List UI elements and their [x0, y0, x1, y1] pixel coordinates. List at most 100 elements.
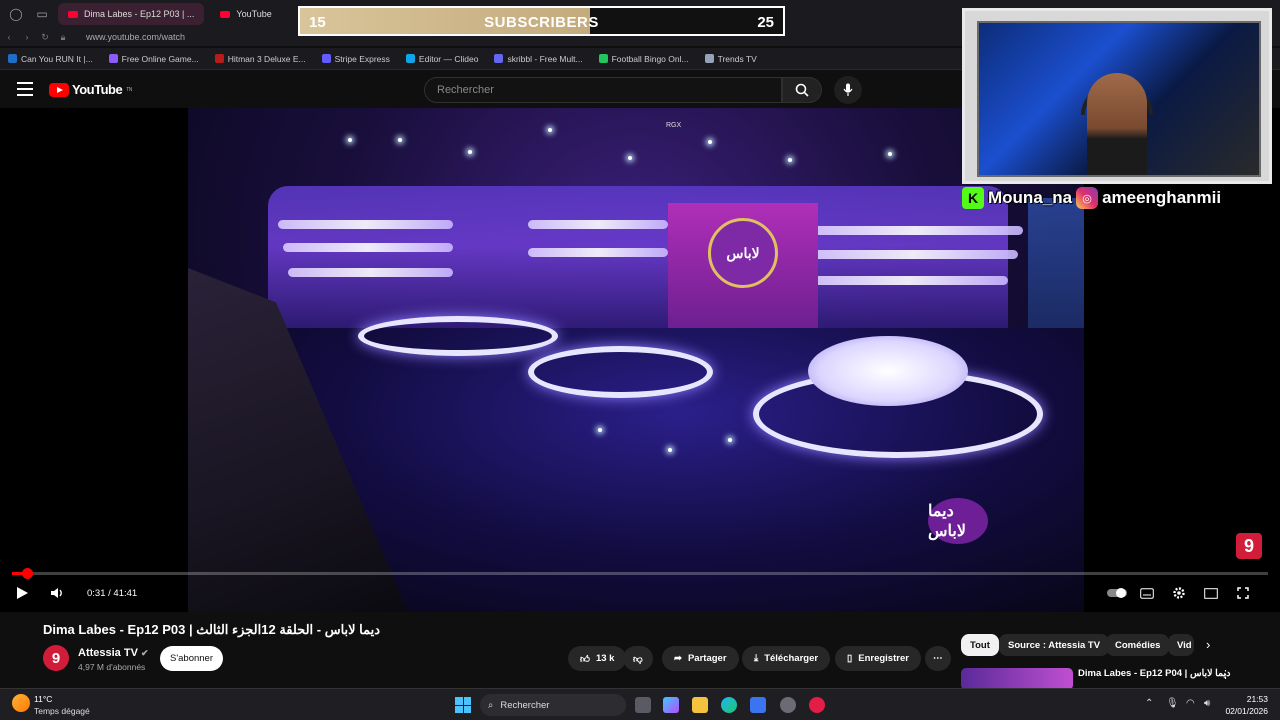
channel-avatar[interactable]: 9 [43, 645, 69, 671]
subscriber-label: SUBSCRIBERS [484, 14, 599, 31]
kick-handle: Mouna_na [988, 188, 1073, 207]
webcam-feed [977, 21, 1261, 177]
tray-chevron-icon[interactable]: ⌃ [1145, 698, 1153, 709]
stage-light [548, 128, 552, 132]
clock-date: 02/01/2026 [1225, 706, 1268, 716]
menu-icon[interactable] [17, 82, 33, 96]
more-actions-button[interactable]: ⋯ [925, 646, 951, 671]
channel-name[interactable]: Attessia TV ✔ [78, 647, 149, 659]
chip-videos[interactable]: Vid [1168, 634, 1194, 656]
chip-comedies[interactable]: Comédies [1106, 634, 1170, 656]
progress-bar[interactable] [12, 568, 1268, 579]
like-button[interactable]: 👍︎ 13 k [568, 646, 627, 671]
task-view-icon[interactable] [635, 697, 651, 713]
player-controls: 0:31 / 41:41 [0, 582, 1280, 606]
opera-logo-icon[interactable]: ◯ [6, 4, 26, 24]
bookmark-favicon-icon [214, 54, 224, 63]
subtitles-button[interactable] [1138, 585, 1156, 601]
download-label: Télécharger [764, 653, 819, 664]
channel-watermark: 9 [1236, 533, 1262, 559]
speaker-icon[interactable]: 🔊︎ [1204, 698, 1210, 709]
settings-icon[interactable] [780, 697, 796, 713]
copilot-icon[interactable] [663, 697, 679, 713]
recommended-thumbnail[interactable] [961, 668, 1073, 690]
chip-all[interactable]: Tout [961, 634, 999, 656]
webcam-overlay [962, 8, 1272, 184]
settings-button[interactable] [1170, 585, 1188, 601]
dislike-button[interactable]: 👎︎ [623, 646, 653, 671]
url-field[interactable]: www.youtube.com/watch [86, 32, 185, 42]
reload-icon[interactable]: ↻ [36, 32, 54, 43]
bookmark-favicon-icon [405, 54, 415, 63]
search-input[interactable]: Rechercher [424, 77, 782, 103]
bookmark-favicon-icon [598, 54, 608, 63]
stage-light [598, 428, 602, 432]
subscriber-goal-overlay: 15 SUBSCRIBERS 25 [298, 6, 785, 36]
edge-icon[interactable] [721, 697, 737, 713]
tab-menu-icon[interactable]: ▭ [32, 4, 52, 24]
bookmark-favicon-icon [321, 54, 331, 63]
bookmark-item[interactable]: Hitman 3 Deluxe E... [214, 54, 306, 64]
weather-icon[interactable] [12, 694, 30, 712]
verified-icon: ✔ [140, 648, 149, 658]
show-watermark: ديما لاباس [928, 498, 988, 544]
save-button[interactable]: ▯ Enregistrer [835, 646, 921, 671]
logo-country: TN [126, 86, 132, 93]
youtube-logo[interactable]: YouTube TN [49, 82, 132, 97]
system-clock[interactable]: 21:53 02/01/2026 [1225, 693, 1268, 717]
wall-stripe [278, 220, 453, 229]
fullscreen-button[interactable] [1234, 585, 1252, 601]
bookmark-item[interactable]: Football Bingo Onl... [598, 53, 689, 64]
forward-icon[interactable]: › [18, 32, 36, 42]
bookmark-label: Football Bingo Onl... [611, 53, 689, 64]
bookmark-item[interactable]: Editor — Clideo [405, 54, 478, 64]
wall-stripe [808, 276, 1008, 285]
instagram-icon: ◎ [1076, 187, 1099, 209]
fullscreen-icon [1237, 587, 1249, 599]
microsoft-store-icon[interactable] [750, 697, 766, 713]
instagram-handle: ameenghanmii [1102, 188, 1222, 207]
search-button[interactable] [782, 77, 822, 103]
volume-icon[interactable] [50, 587, 64, 599]
weather-temperature: 11°C [34, 694, 53, 704]
bookmark-item[interactable]: Free Online Game... [108, 54, 199, 64]
theater-mode-button[interactable] [1202, 585, 1220, 601]
wall-stripe [808, 226, 1023, 235]
play-button[interactable] [17, 587, 28, 599]
file-explorer-icon[interactable] [692, 697, 708, 713]
chip-source[interactable]: Source : Attessia TV [999, 634, 1110, 656]
share-button[interactable]: ➦ Partager [662, 646, 739, 671]
tab-label: Dima Labes - Ep12 P03 | ... [84, 9, 195, 19]
youtube-play-icon [49, 82, 69, 97]
share-label: Partager [687, 653, 727, 664]
taskbar-search[interactable]: ⌕ Rechercher [480, 694, 626, 716]
bookmark-item[interactable]: Can You RUN It |... [8, 54, 93, 64]
subscribe-button[interactable]: S'abonner [160, 646, 223, 671]
logo-text: YouTube [72, 82, 123, 97]
search-icon [795, 83, 809, 97]
tab-dima-labes[interactable]: Dima Labes - Ep12 P03 | ... [58, 3, 205, 25]
progress-scrubber[interactable] [22, 568, 34, 579]
tab-youtube[interactable]: YouTube [210, 3, 281, 25]
wall-stripe [808, 250, 1018, 259]
windows-start-icon[interactable] [455, 697, 471, 713]
video-frame: لاباس ديما لاباس RGX [188, 108, 1084, 612]
recommended-more-icon[interactable]: ⋮ [1220, 668, 1231, 681]
recommended-title[interactable]: Dima Labes - Ep12 P04 | ديما لاباس [1078, 668, 1230, 679]
opera-gx-icon[interactable] [809, 697, 825, 713]
wifi-icon[interactable]: ◠ [1186, 698, 1195, 709]
autoplay-toggle[interactable] [1106, 585, 1128, 601]
thumbs-up-icon: 👍︎ [580, 653, 590, 665]
download-button[interactable]: ⤓ Télécharger [742, 646, 831, 671]
streamer [1087, 73, 1147, 175]
chevron-right-icon[interactable]: › [1206, 637, 1210, 652]
back-icon[interactable]: ‹ [0, 32, 18, 42]
weather-condition: Temps dégagé [34, 706, 90, 716]
bookmark-item[interactable]: skribbl - Free Mult... [494, 54, 583, 64]
bookmark-item[interactable]: Stripe Express [321, 54, 390, 64]
bookmark-item[interactable]: Trends TV [704, 54, 757, 64]
channel-subscribers: 4,97 M d'abonnés [78, 662, 146, 672]
microphone-icon[interactable]: 🎙︎ [1166, 698, 1179, 709]
time-display: 0:31 / 41:41 [87, 588, 138, 599]
voice-search-button[interactable] [834, 76, 862, 104]
